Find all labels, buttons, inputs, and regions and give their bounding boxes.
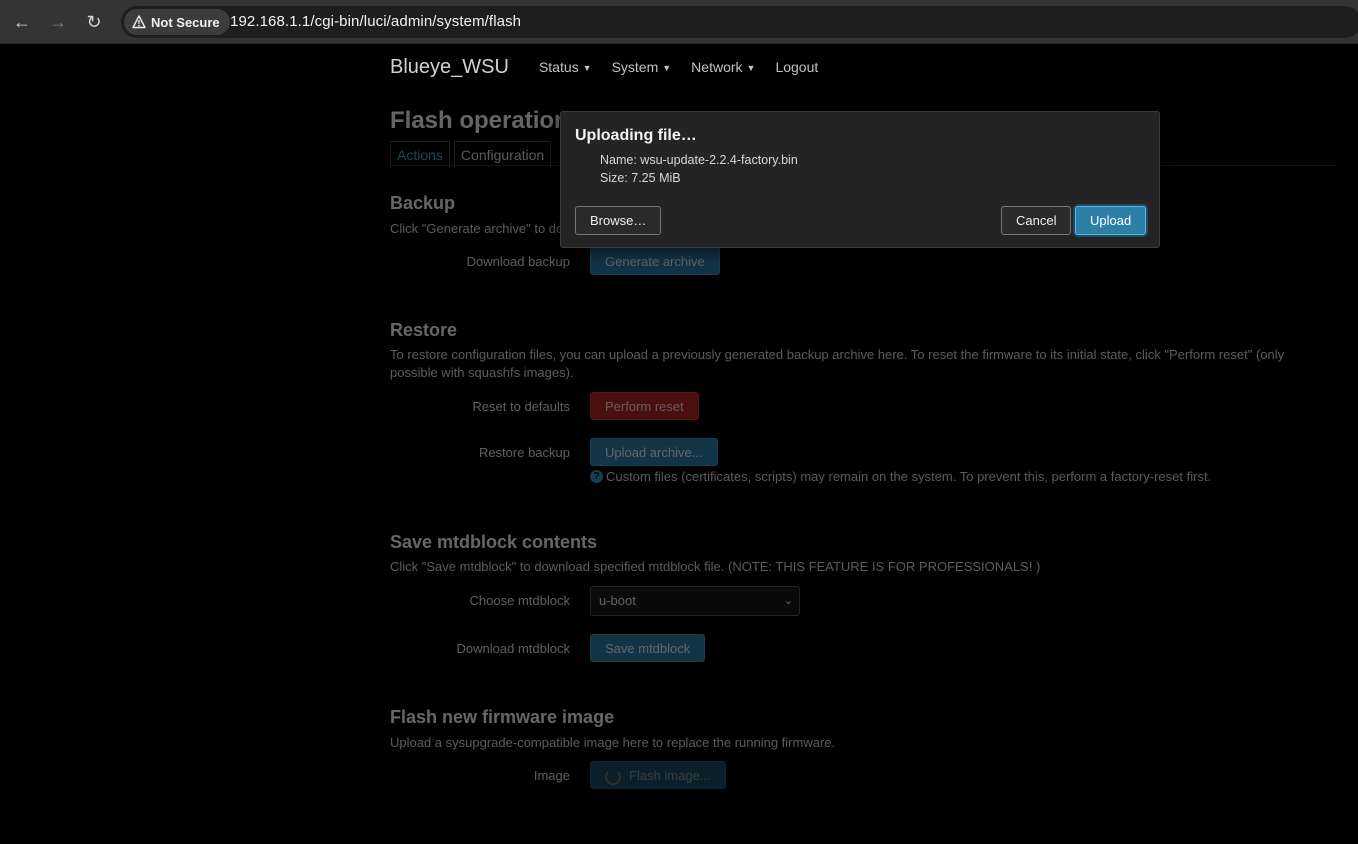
firmware-title: Flash new firmware image [390, 707, 615, 727]
cancel-button[interactable]: Cancel [1001, 206, 1072, 235]
image-label: Image [533, 768, 570, 783]
upload-dialog: Uploading file… Name: wsu-update-2.2.4-f… [560, 111, 1160, 248]
url-text[interactable]: 192.168.1.1/cgi-bin/luci/admin/system/fl… [230, 13, 521, 30]
spinner-icon [605, 768, 621, 785]
dialog-title: Uploading file… [575, 127, 697, 144]
restore-desc: To restore configuration files, you can … [390, 347, 1285, 380]
tab-bar: Actions Configuration [390, 141, 552, 168]
back-arrow-icon[interactable]: ← [10, 10, 34, 34]
reload-icon[interactable]: ↻ [82, 10, 106, 34]
restore-hint: ? Custom files (certificates, scripts) m… [590, 469, 1211, 484]
security-indicator[interactable]: Not Secure [124, 9, 230, 35]
help-icon: ? [590, 470, 603, 483]
generate-archive-button[interactable]: Generate archive [590, 247, 720, 275]
browse-button[interactable]: Browse… [575, 206, 662, 235]
choose-mtdblock-label: Choose mtdblock [469, 593, 570, 608]
download-backup-label: Download backup [466, 254, 570, 269]
reset-defaults-label: Reset to defaults [472, 399, 570, 414]
backup-title: Backup [390, 193, 456, 213]
mtdblock-select[interactable]: u-boot ⌄ [590, 586, 800, 616]
upload-button[interactable]: Upload [1075, 206, 1147, 235]
mtd-desc: Click "Save mtdblock" to download specif… [390, 559, 1041, 574]
security-label: Not Secure [151, 14, 220, 30]
flash-image-button[interactable]: Flash image... [590, 761, 726, 789]
save-mtdblock-button[interactable]: Save mtdblock [590, 634, 706, 662]
warning-triangle-icon [132, 15, 146, 29]
flash-image-label: Flash image... [629, 768, 711, 783]
perform-reset-button[interactable]: Perform reset [590, 392, 699, 420]
file-name: Name: wsu-update-2.2.4-factory.bin [600, 153, 798, 167]
tab-configuration[interactable]: Configuration [453, 141, 552, 168]
mtdblock-selected-value: u-boot [599, 593, 636, 608]
mtd-title: Save mtdblock contents [390, 532, 598, 552]
upload-archive-button[interactable]: Upload archive... [590, 438, 718, 466]
restore-title: Restore [390, 320, 458, 340]
file-size: Size: 7.25 MiB [600, 171, 681, 185]
firmware-desc: Upload a sysupgrade-compatible image her… [390, 735, 836, 750]
download-mtdblock-label: Download mtdblock [456, 641, 570, 656]
browser-toolbar: ← → ↻ Not Secure 192.168.1.1/cgi-bin/luc… [0, 0, 1358, 44]
page-title: Flash operations [390, 107, 583, 134]
restore-hint-text: Custom files (certificates, scripts) may… [606, 469, 1212, 484]
tab-actions[interactable]: Actions [390, 141, 450, 168]
chevron-down-icon: ⌄ [783, 595, 793, 607]
restore-backup-label: Restore backup [478, 445, 570, 460]
forward-arrow-icon[interactable]: → [46, 10, 70, 34]
